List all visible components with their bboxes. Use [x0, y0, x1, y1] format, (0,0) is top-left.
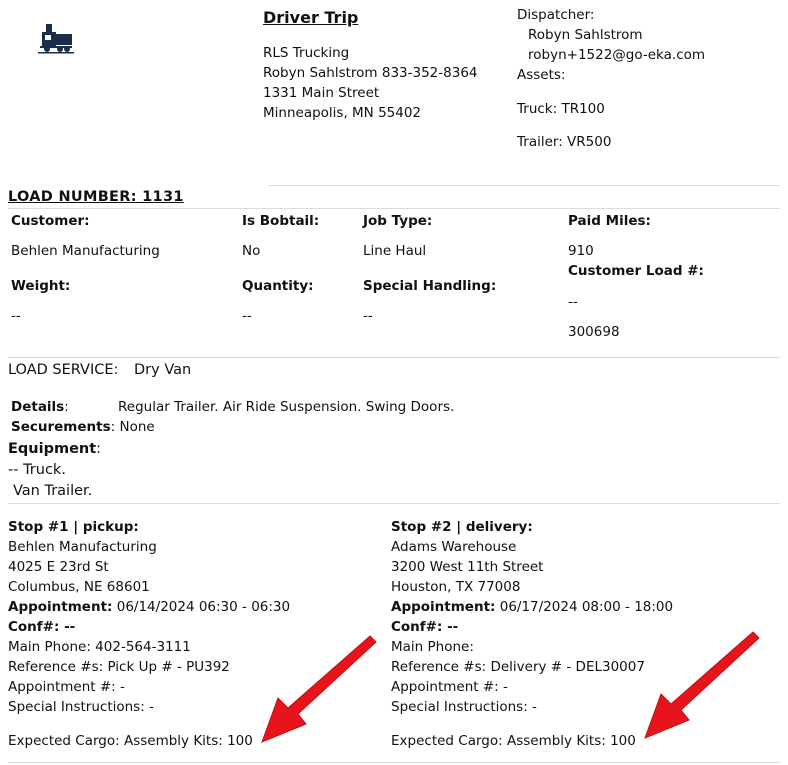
paidmiles-label: Paid Miles: [568, 213, 651, 229]
stop-expected-cargo: Expected Cargo: Assembly Kits: 100 [391, 733, 636, 749]
stop-conf: Conf#: -- [391, 619, 459, 635]
securements-value: None [119, 419, 155, 435]
details-colon: : [64, 399, 69, 415]
equipment-truck: -- Truck. [8, 462, 66, 478]
stop-heading: Stop #2 | delivery: [391, 519, 533, 535]
appointment-label: Appointment: [391, 599, 496, 615]
special-value: -- [363, 308, 373, 324]
company-name: RLS Trucking [263, 45, 350, 61]
paidmiles-value: 910 [568, 243, 594, 259]
stop-expected-cargo: Expected Cargo: Assembly Kits: 100 [8, 733, 253, 749]
securements-row: Securements: None [11, 419, 155, 435]
details-label: Details [11, 399, 65, 415]
special-label: Special Handling: [363, 278, 497, 294]
stop-appointment: Appointment: 06/17/2024 08:00 - 18:00 [391, 599, 673, 615]
assets-label: Assets: [517, 67, 566, 83]
company-city: Minneapolis, MN 55402 [263, 105, 422, 121]
appointment-label: Appointment: [8, 599, 113, 615]
dispatcher-name: Robyn Sahlstrom [528, 27, 643, 43]
stop-street: 3200 West 11th Street [391, 559, 544, 575]
stop-appointment-number: Appointment #: - [391, 679, 508, 695]
stop-name: Adams Warehouse [391, 539, 517, 555]
details-value: Regular Trailer. Air Ride Suspension. Sw… [118, 399, 455, 415]
dispatcher-label: Dispatcher: [517, 7, 595, 23]
load-number: LOAD NUMBER: 1131 [8, 189, 184, 205]
equipment-colon: : [96, 441, 102, 457]
dispatcher-email: robyn+1522@go-eka.com [528, 47, 706, 63]
truck-icon [38, 24, 74, 54]
load-service-label: LOAD SERVICE: [8, 362, 119, 378]
divider [8, 208, 780, 209]
jobtype-label: Job Type: [363, 213, 433, 229]
company-contact: Robyn Sahlstrom 833-352-8364 [263, 65, 478, 81]
stop-special-instructions: Special Instructions: - [391, 699, 537, 715]
customer-value: Behlen Manufacturing [11, 243, 160, 259]
appointment-value: 06/14/2024 06:30 - 06:30 [116, 599, 291, 615]
company-street: 1331 Main Street [263, 85, 380, 101]
appointment-value: 06/17/2024 08:00 - 18:00 [499, 599, 674, 615]
stop-appointment-number: Appointment #: - [8, 679, 125, 695]
divider [8, 503, 780, 504]
stop-references: Reference #s: Delivery # - DEL30007 [391, 659, 645, 675]
load-service-value: Dry Van [134, 362, 192, 378]
stop-phone: Main Phone: 402-564-3111 [8, 639, 191, 655]
quantity-value: -- [242, 308, 252, 324]
custload-value: 300698 [568, 324, 620, 340]
annotation-arrow-icon [261, 635, 377, 743]
stop-appointment: Appointment: 06/14/2024 06:30 - 06:30 [8, 599, 290, 615]
divider [8, 762, 780, 763]
bobtail-label: Is Bobtail: [242, 213, 320, 229]
stop-name: Behlen Manufacturing [8, 539, 157, 555]
stop-phone: Main Phone: [391, 639, 474, 655]
trailer-asset: Trailer: VR500 [517, 134, 612, 150]
stop-city: Columbus, NE 68601 [8, 579, 150, 595]
bobtail-value: No [242, 243, 261, 259]
weight-value: -- [11, 308, 21, 324]
page-title: Driver Trip [263, 8, 359, 27]
custload-dash: -- [568, 294, 578, 310]
truck-asset: Truck: TR100 [517, 101, 605, 117]
weight-label: Weight: [11, 278, 71, 294]
stop-street: 4025 E 23rd St [8, 559, 109, 575]
stop-conf: Conf#: -- [8, 619, 76, 635]
stop-heading: Stop #1 | pickup: [8, 519, 139, 535]
annotation-arrow-icon [644, 631, 760, 739]
equipment-label: Equipment [8, 441, 97, 457]
divider [268, 185, 780, 186]
customer-label: Customer: [11, 213, 90, 229]
equipment-row: Equipment: [8, 441, 101, 457]
custload-label: Customer Load #: [568, 263, 704, 279]
truck-logo [38, 20, 74, 58]
divider [8, 357, 780, 358]
stop-special-instructions: Special Instructions: - [8, 699, 154, 715]
details-row: Details: [11, 399, 69, 415]
jobtype-value: Line Haul [363, 243, 427, 259]
quantity-label: Quantity: [242, 278, 314, 294]
securements-label: Securements [11, 419, 111, 435]
stop-city: Houston, TX 77008 [391, 579, 521, 595]
equipment-trailer: Van Trailer. [13, 483, 93, 499]
stop-references: Reference #s: Pick Up # - PU392 [8, 659, 230, 675]
